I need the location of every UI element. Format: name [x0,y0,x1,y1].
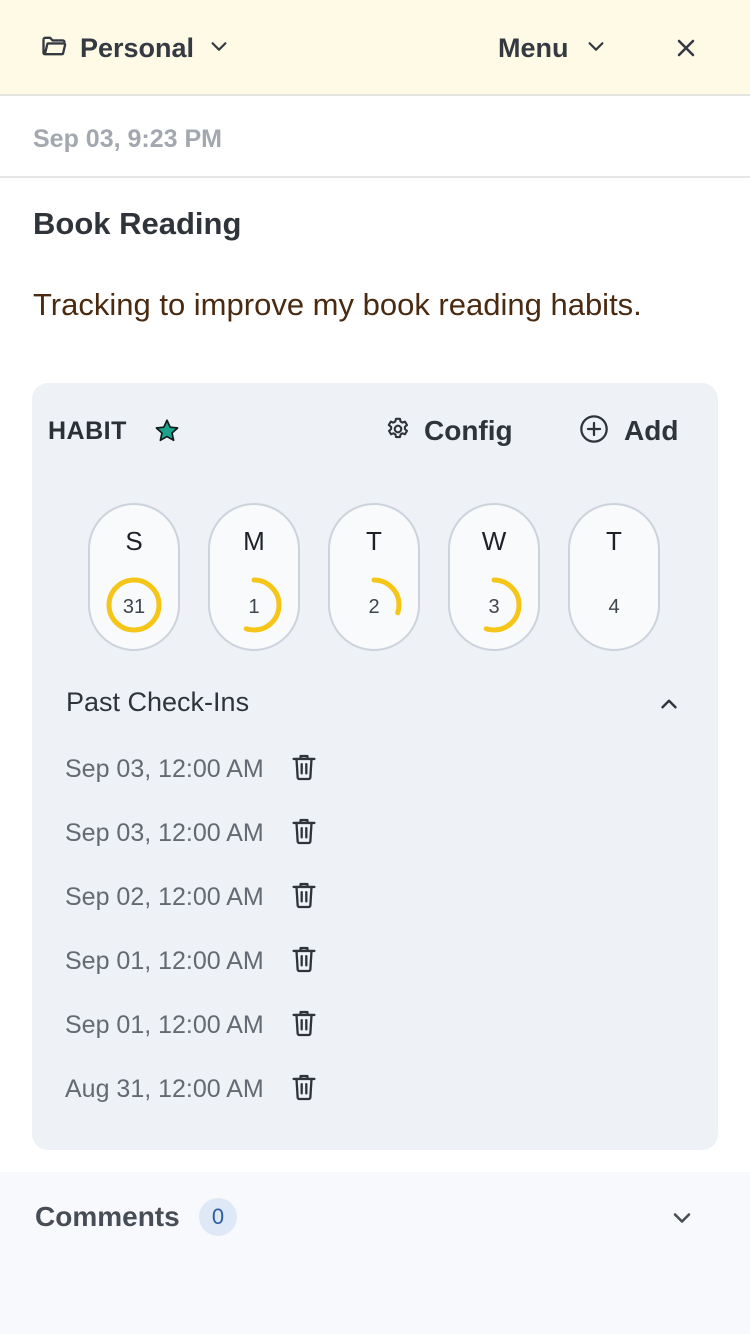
trash-icon[interactable] [290,752,318,787]
chevron-up-icon [656,691,682,722]
trash-icon[interactable] [290,1008,318,1043]
trash-icon[interactable] [290,880,318,915]
comment-count-badge: 0 [199,1198,237,1236]
close-icon [672,39,700,66]
day-letter: M [243,526,265,556]
checkin-row: Sep 01, 12:00 AM [65,1005,318,1045]
plus-circle-icon [578,413,610,450]
date-bar: Sep 03, 9:23 PM [0,98,750,178]
add-label: Add [624,415,679,446]
day-letter: T [606,526,622,556]
checkin-timestamp: Sep 01, 12:00 AM [65,946,264,975]
chevron-down-icon[interactable] [668,1204,696,1237]
checkin-row: Sep 02, 12:00 AM [65,877,318,917]
trash-icon[interactable] [290,1072,318,1107]
close-button[interactable] [672,34,700,62]
past-checkins-label: Past Check-Ins [66,687,250,717]
chevron-down-icon [585,35,607,62]
folder-label: Personal [80,32,195,63]
checkin-timestamp: Sep 03, 12:00 AM [65,818,264,847]
checkin-timestamp: Sep 01, 12:00 AM [65,1010,264,1039]
day-date: 4 [608,596,620,618]
day-date: 3 [488,596,500,618]
menu-button[interactable]: Menu [498,30,607,66]
day-pill[interactable]: M1 [208,503,300,651]
past-checkins-toggle[interactable]: Past Check-Ins [66,685,682,725]
day-letter: W [481,526,507,556]
note-description: Tracking to improve my book reading habi… [33,287,642,322]
checkin-row: Aug 31, 12:00 AM [65,1069,318,1109]
day-pill[interactable]: W3 [448,503,540,651]
day-date: 2 [368,596,380,618]
habit-card: HABIT Config Add S 31 M 1 T 2 W 3 T 4 Past Check-… [32,383,718,1150]
note-title: Book Reading [33,206,242,241]
top-bar: Personal Menu [0,0,750,96]
note-timestamp: Sep 03, 9:23 PM [33,125,222,153]
add-checkin-button[interactable]: Add [578,413,678,449]
day-date: 1 [248,596,260,618]
trash-icon[interactable] [290,944,318,979]
comments-section: Comments 0 [0,1172,750,1334]
config-button[interactable]: Config [384,413,513,449]
comments-label: Comments [35,1201,180,1232]
day-letter: T [366,526,382,556]
day-pill[interactable]: S 31 [88,503,180,651]
checkin-timestamp: Sep 02, 12:00 AM [65,882,264,911]
checkin-timestamp: Sep 03, 12:00 AM [65,754,264,783]
checkin-row: Sep 03, 12:00 AM [65,813,318,853]
checkin-timestamp: Aug 31, 12:00 AM [65,1074,264,1103]
menu-label: Menu [498,32,569,63]
gear-icon [384,415,412,448]
day-letter: S [125,526,143,556]
folder-selector[interactable]: Personal [40,30,230,66]
weekday-strip: S 31 M 1 T 2 W 3 T 4 [88,503,668,655]
chevron-down-icon [208,35,230,62]
day-pill[interactable]: T4 [568,503,660,651]
checkin-row: Sep 01, 12:00 AM [65,941,318,981]
folder-icon [40,32,68,65]
day-date: 31 [122,596,146,618]
star-icon[interactable] [153,417,181,445]
checkin-row: Sep 03, 12:00 AM [65,749,318,789]
habit-label: HABIT [48,417,127,445]
trash-icon[interactable] [290,816,318,851]
config-label: Config [424,415,513,446]
day-pill[interactable]: T2 [328,503,420,651]
